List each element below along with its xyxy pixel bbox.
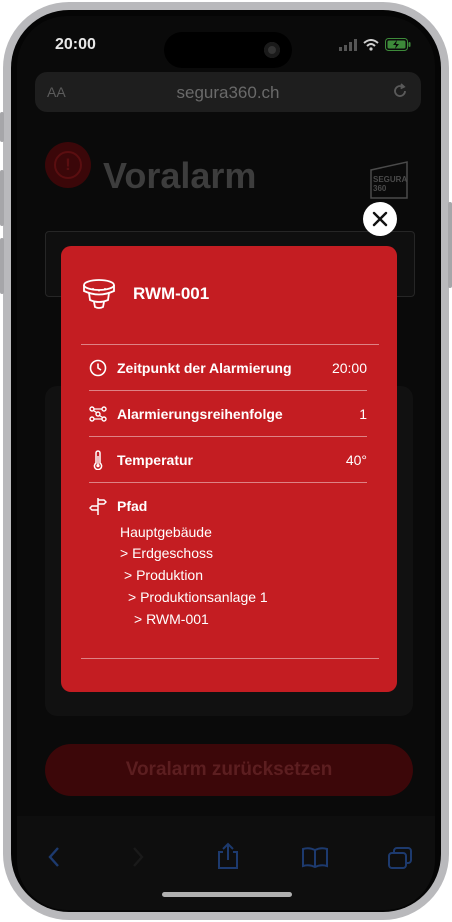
segura360-logo: SEGURA 360: [370, 161, 408, 199]
path-item: > RWM-001: [134, 611, 209, 627]
modal-header: RWM-001: [81, 276, 209, 312]
path-item: > Produktion: [124, 567, 203, 583]
svg-text:360: 360: [373, 184, 387, 193]
row-alarm-order: Alarmierungsreihenfolge 1: [89, 402, 367, 426]
action-button: [0, 112, 4, 142]
back-icon[interactable]: [47, 846, 61, 868]
page-title: Voralarm: [103, 155, 257, 196]
home-indicator: [162, 892, 292, 897]
screen: 20:00 AA segura360.ch ! Voralarm SEGURA …: [17, 16, 435, 910]
url-text: segura360.ch: [176, 83, 280, 102]
path-item: > Erdgeschoss: [120, 545, 213, 561]
row-alarm-time: Zeitpunkt der Alarmierung 20:00: [89, 356, 367, 380]
camera-icon: [264, 42, 280, 58]
power-button: [448, 202, 452, 288]
volume-down-button: [0, 238, 4, 294]
divider: [81, 344, 379, 345]
device-detail-modal: RWM-001 Zeitpunkt der Alarmierung 20:00: [61, 246, 397, 692]
address-bar[interactable]: AA segura360.ch: [35, 72, 421, 112]
volume-up-button: [0, 170, 4, 226]
row-label: Pfad: [117, 498, 148, 514]
status-time: 20:00: [55, 36, 96, 53]
row-value: 1: [359, 406, 367, 422]
alert-icon: !: [45, 142, 91, 188]
row-value: 40°: [345, 452, 367, 468]
thermometer-icon: [93, 450, 103, 470]
smoke-detector-icon: [83, 279, 115, 309]
bookmarks-icon[interactable]: [301, 846, 329, 868]
signpost-icon: [89, 498, 107, 515]
wifi-icon: [363, 38, 379, 51]
path-item: > Produktionsanlage 1: [128, 589, 268, 605]
reload-icon[interactable]: [391, 82, 409, 100]
share-icon[interactable]: [217, 842, 239, 870]
row-path: Pfad: [89, 494, 367, 518]
reset-prealarm-button[interactable]: Voralarm zurücksetzen: [45, 744, 413, 796]
tabs-icon[interactable]: [387, 846, 413, 870]
battery-charging-icon: [385, 38, 411, 51]
path-item: Hauptgebäude: [120, 524, 212, 540]
close-icon: [372, 211, 388, 227]
divider: [81, 658, 379, 659]
forward-icon[interactable]: [131, 846, 145, 868]
divider: [89, 436, 367, 437]
sequence-icon: [89, 406, 107, 422]
signal-icon: [339, 38, 357, 51]
close-button[interactable]: [363, 202, 397, 236]
status-icons: [339, 38, 411, 51]
row-label: Alarmierungsreihenfolge: [117, 406, 283, 422]
clock-icon: [89, 359, 107, 377]
row-temperature: Temperatur 40°: [89, 448, 367, 472]
row-label: Zeitpunkt der Alarmierung: [117, 360, 292, 376]
row-label: Temperatur: [117, 452, 193, 468]
device-title: RWM-001: [133, 284, 210, 303]
divider: [89, 390, 367, 391]
dynamic-island: [164, 32, 292, 68]
row-value: 20:00: [331, 360, 367, 376]
phone-frame: 20:00 AA segura360.ch ! Voralarm SEGURA …: [0, 2, 452, 920]
divider: [89, 482, 367, 483]
svg-text:SEGURA: SEGURA: [373, 175, 407, 184]
